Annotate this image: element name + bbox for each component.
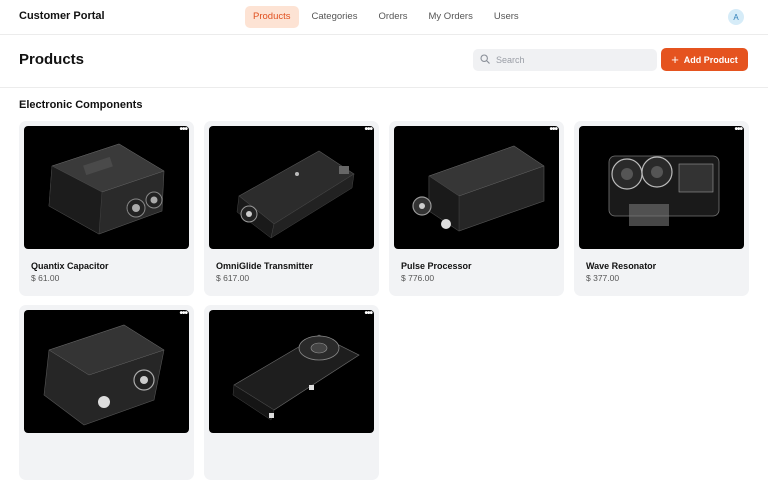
search-input[interactable] — [496, 55, 656, 65]
product-card[interactable]: ••• Wave Resonator $ 377.00 — [574, 121, 749, 296]
nav-item-my-orders[interactable]: My Orders — [421, 6, 481, 28]
nav-item-categories[interactable]: Categories — [304, 6, 366, 28]
add-product-button[interactable]: + Add Product — [661, 48, 748, 71]
add-product-label: Add Product — [683, 54, 738, 65]
product-name: Pulse Processor — [401, 261, 472, 271]
main-nav: Products Categories Orders My Orders Use… — [245, 6, 532, 28]
nav-item-products[interactable]: Products — [245, 6, 299, 28]
product-card[interactable]: ••• — [204, 305, 379, 480]
product-card[interactable]: ••• — [19, 305, 194, 480]
product-image — [24, 126, 189, 249]
plus-icon: + — [671, 51, 679, 67]
more-options-icon[interactable]: ••• — [734, 125, 742, 135]
page-header: Products + Add Product — [0, 35, 768, 88]
product-image — [579, 126, 744, 249]
avatar[interactable]: A — [728, 9, 744, 25]
product-name: OmniGlide Transmitter — [216, 261, 314, 271]
product-image — [209, 126, 374, 249]
more-options-icon[interactable]: ••• — [549, 125, 557, 135]
product-price: $ 617.00 — [216, 273, 250, 283]
product-price: $ 61.00 — [31, 273, 60, 283]
product-name: Wave Resonator — [586, 261, 657, 271]
more-options-icon[interactable]: ••• — [364, 125, 372, 135]
product-card[interactable]: ••• Quantix Capacitor $ 61.00 — [19, 121, 194, 296]
nav-item-users[interactable]: Users — [486, 6, 527, 28]
product-name: Quantix Capacitor — [31, 261, 109, 271]
top-navbar: Customer Portal Products Categories Orde… — [0, 0, 768, 35]
search-icon — [480, 51, 490, 69]
more-options-icon[interactable]: ••• — [364, 309, 372, 319]
product-image — [394, 126, 559, 249]
product-card[interactable]: ••• Pulse Processor $ 776.00 — [389, 121, 564, 296]
more-options-icon[interactable]: ••• — [179, 309, 187, 319]
nav-item-orders[interactable]: Orders — [370, 6, 415, 28]
search-box[interactable] — [473, 49, 657, 71]
product-price: $ 377.00 — [586, 273, 620, 283]
page-title: Products — [19, 51, 85, 68]
product-card[interactable]: ••• OmniGlide Transmitter $ 617.00 — [204, 121, 379, 296]
section-title: Electronic Components — [19, 99, 143, 111]
app-title[interactable]: Customer Portal — [19, 10, 105, 22]
more-options-icon[interactable]: ••• — [179, 125, 187, 135]
product-price: $ 776.00 — [401, 273, 435, 283]
